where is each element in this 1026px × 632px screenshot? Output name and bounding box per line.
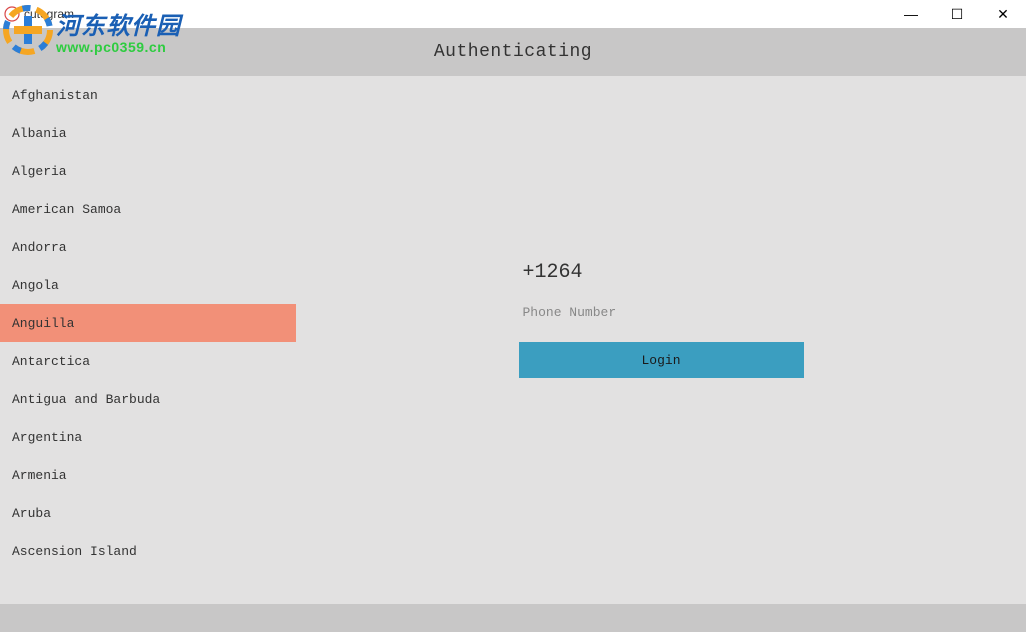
app-icon xyxy=(4,6,20,22)
country-item[interactable]: Antarctica xyxy=(0,342,296,380)
country-name: Aruba xyxy=(12,506,51,521)
country-list[interactable]: Afghanistan Albania Algeria American Samoa A… xyxy=(0,76,296,604)
country-name: Antarctica xyxy=(12,354,90,369)
country-name: American Samoa xyxy=(12,202,121,217)
country-item[interactable]: Angola xyxy=(0,266,296,304)
country-item[interactable]: Antigua and Barbuda xyxy=(0,380,296,418)
main-panel: +1264 Login xyxy=(296,76,1026,604)
country-item[interactable]: Ascension Island xyxy=(0,532,296,570)
country-item[interactable]: Argentina xyxy=(0,418,296,456)
minimize-button[interactable]: — xyxy=(888,0,934,28)
dial-code: +1264 xyxy=(519,261,804,292)
country-item[interactable]: Afghanistan xyxy=(0,76,296,114)
country-name: Anguilla xyxy=(12,316,74,331)
close-button[interactable]: ✕ xyxy=(980,0,1026,28)
country-name: Afghanistan xyxy=(12,88,98,103)
country-item[interactable]: Albania xyxy=(0,114,296,152)
country-item[interactable]: Armenia xyxy=(0,456,296,494)
country-item[interactable]: Aruba xyxy=(0,494,296,532)
country-item[interactable]: Anguilla xyxy=(0,304,296,342)
login-form: +1264 Login xyxy=(519,261,804,604)
header-bar: Authenticating xyxy=(0,28,1026,76)
country-name: Andorra xyxy=(12,240,67,255)
window-controls: — ☐ ✕ xyxy=(888,0,1026,28)
phone-input[interactable] xyxy=(519,296,804,328)
country-name: Ascension Island xyxy=(12,544,137,559)
country-item[interactable]: Algeria xyxy=(0,152,296,190)
country-name: Antigua and Barbuda xyxy=(12,392,160,407)
country-name: Albania xyxy=(12,126,67,141)
window-title: cutegram xyxy=(24,7,74,21)
country-name: Argentina xyxy=(12,430,82,445)
page-title: Authenticating xyxy=(434,42,592,62)
content: Afghanistan Albania Algeria American Samoa A… xyxy=(0,76,1026,604)
maximize-button[interactable]: ☐ xyxy=(934,0,980,28)
country-name: Angola xyxy=(12,278,59,293)
country-name: Algeria xyxy=(12,164,67,179)
login-button[interactable]: Login xyxy=(519,342,804,378)
country-item[interactable]: Andorra xyxy=(0,228,296,266)
country-item[interactable]: American Samoa xyxy=(0,190,296,228)
footer-bar xyxy=(0,604,1026,632)
titlebar: cutegram — ☐ ✕ xyxy=(0,0,1026,28)
country-name: Armenia xyxy=(12,468,67,483)
